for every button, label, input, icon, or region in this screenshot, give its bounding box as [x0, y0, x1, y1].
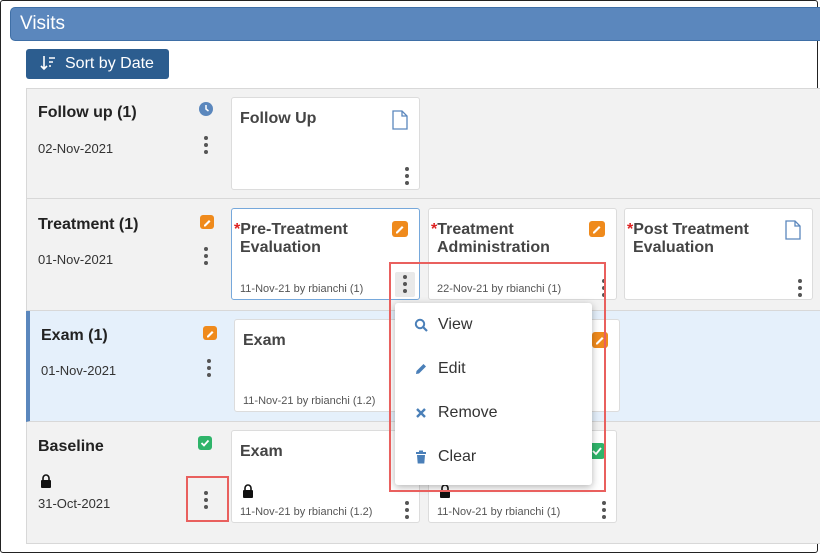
card-title: Exam	[243, 332, 286, 349]
card-title: Exam	[240, 443, 283, 460]
card-meta: 11-Nov-21 by rbianchi (1.2)	[240, 506, 373, 518]
document-icon	[392, 110, 408, 130]
card-options-button[interactable]	[404, 501, 410, 521]
highlight-box-row-options	[186, 476, 229, 522]
row-date: 02-Nov-2021	[38, 141, 114, 156]
document-icon	[785, 220, 801, 240]
card-title: Pre-Treatment	[240, 221, 348, 238]
check-badge-icon	[198, 436, 212, 450]
row-date: 01-Nov-2021	[41, 363, 117, 378]
sort-button-label: Sort by Date	[65, 55, 154, 72]
edit-badge-icon	[203, 326, 217, 340]
visit-row-follow-up: Follow up (1) 02-Nov-2021 Follow Up	[27, 89, 820, 199]
row-options-button[interactable]	[203, 136, 209, 156]
sort-icon	[40, 56, 55, 71]
card-title-line2: Evaluation	[240, 239, 321, 256]
card-title-line2: Evaluation	[633, 239, 714, 256]
card-title: Follow Up	[240, 110, 317, 127]
visits-header: Visits	[10, 7, 820, 41]
card-meta: 11-Nov-21 by rbianchi (1)	[437, 506, 561, 518]
edit-badge-icon	[200, 215, 214, 229]
lock-icon	[41, 474, 51, 488]
row-title: Exam (1)	[41, 327, 108, 344]
row-date: 01-Nov-2021	[38, 252, 114, 267]
form-card-post-treatment-evaluation[interactable]: *Post Treatment Evaluation	[624, 208, 813, 300]
page-title: Visits	[20, 13, 66, 34]
card-title-line2: Administration	[437, 239, 550, 256]
card-options-button[interactable]	[601, 501, 607, 521]
clock-icon	[199, 102, 213, 116]
row-options-button[interactable]	[206, 359, 212, 379]
lock-icon	[243, 484, 253, 498]
card-options-button[interactable]	[404, 167, 410, 187]
highlight-box-menu	[389, 262, 606, 492]
row-title: Follow up (1)	[38, 104, 137, 121]
form-card-follow-up[interactable]: Follow Up	[231, 97, 420, 190]
edit-badge-icon	[589, 221, 605, 237]
row-date: 31-Oct-2021	[38, 496, 111, 511]
card-title: Post Treatment	[633, 221, 749, 238]
card-title: Treatment	[437, 221, 514, 238]
card-meta: 11-Nov-21 by rbianchi (1.2)	[243, 395, 376, 407]
sort-by-date-button[interactable]: Sort by Date	[26, 49, 169, 79]
card-options-button[interactable]	[797, 279, 803, 299]
row-options-button[interactable]	[203, 247, 209, 267]
card-meta: 11-Nov-21 by rbianchi (1)	[240, 283, 364, 295]
edit-badge-icon	[392, 221, 408, 237]
row-title: Baseline	[38, 438, 104, 455]
row-title: Treatment (1)	[38, 216, 139, 233]
